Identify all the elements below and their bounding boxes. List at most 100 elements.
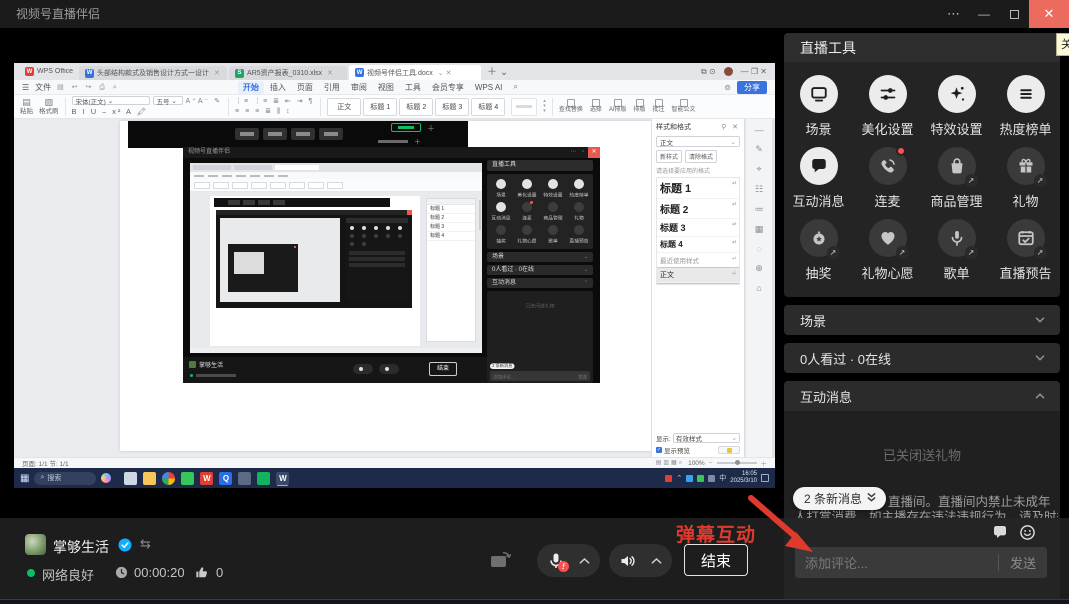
app-icon <box>238 472 251 485</box>
panel-footer-button <box>718 446 740 454</box>
mic-chevron-up-icon[interactable] <box>579 552 590 570</box>
wps-scrollbar <box>772 119 775 457</box>
tray-icon <box>665 475 672 482</box>
tool-item[interactable]: 连麦 <box>853 147 922 210</box>
account-avatar <box>25 534 46 555</box>
sheet-icon: S <box>235 69 244 78</box>
tool-item[interactable]: ↗ 抽奖 <box>784 219 853 282</box>
wps-share-button: 分享 <box>737 81 767 94</box>
tool-item[interactable]: ↗ 歌单 <box>922 219 991 282</box>
taskview-icon <box>124 472 137 485</box>
section-viewers[interactable]: 0人看过 · 0在线 <box>784 343 1060 373</box>
screen-share-preview[interactable]: WWPS Office W头部结构款式及销售设计方式一设计✕ SAR5资产报表_… <box>14 63 775 488</box>
external-link-icon: ↗ <box>1034 246 1047 259</box>
nested-tool-item: 商品管理 <box>540 202 566 222</box>
zoom-level: 100% <box>688 460 705 467</box>
nested-style-row: 标题 2 <box>427 214 475 223</box>
nested-close-button: ✕ <box>588 147 600 158</box>
nested-tool-item: 美化设置 <box>514 179 540 199</box>
tray-icon <box>708 475 715 482</box>
speaker-button[interactable] <box>609 544 672 577</box>
style-gallery-item: 正文 <box>327 98 361 116</box>
minimize-button[interactable]: — <box>969 0 999 28</box>
wps-statusbar: 页面: 1/1 节: 1/1 ▤▥▦⌕ 100% −＋ <box>14 457 775 468</box>
ime-indicator: 中 <box>719 473 726 483</box>
speaker-chevron-up-icon[interactable] <box>651 552 662 570</box>
taskbar-app-icons: W Q W <box>124 472 289 485</box>
emoji-icon[interactable] <box>1019 524 1036 541</box>
external-link-icon: ↗ <box>965 174 978 187</box>
nested-wps-statusbar <box>190 348 482 353</box>
ribbon-tool-icon <box>680 99 688 107</box>
paragraph-controls: ⋮≡ ⋮≡ ≣ ⇤ ⇥ ¶ ≡ ≡ ≡ ≣ ⫼ ↕ <box>235 97 314 116</box>
ribbon-tool-icon <box>636 99 644 107</box>
tool-icon <box>878 156 898 176</box>
styles-panel-icons: ⚲ ✕ <box>721 123 740 131</box>
maximize-button[interactable] <box>999 0 1029 28</box>
tool-item[interactable]: ↗ 礼物心愿 <box>853 219 922 282</box>
word-active-icon: W <box>276 472 289 485</box>
wps-ribbon-tab: 会员专享 <box>427 81 469 94</box>
section-scene[interactable]: 场景 <box>784 305 1060 335</box>
tab-close-icon: ⌄ ✕ <box>438 69 452 77</box>
tool-item[interactable]: 互动消息 <box>784 147 853 210</box>
tray-icon <box>697 475 704 482</box>
tray-clock: 16:052025/3/10 <box>730 471 757 485</box>
preview-checkbox: ✓ <box>656 447 662 453</box>
nested-end-button: 结束 <box>429 362 457 376</box>
nested-section-viewers: 0人看过 · 0在线⌄ <box>487 265 593 275</box>
nested-notification-dot <box>530 201 533 204</box>
camera-flip-icon[interactable] <box>489 549 513 569</box>
tool-item[interactable]: ↗ 直播预告 <box>991 219 1060 282</box>
gift-disabled-text: 已关闭送礼物 <box>784 445 1060 464</box>
tool-item[interactable]: 热度榜单 <box>991 75 1060 138</box>
chat-bubble-icon[interactable] <box>992 524 1008 540</box>
doc-icon: W <box>85 69 94 78</box>
tool-icon <box>1016 156 1036 176</box>
likes-icon <box>194 565 209 580</box>
tool-item[interactable]: 美化设置 <box>853 75 922 138</box>
tool-item[interactable]: 场景 <box>784 75 853 138</box>
nested-wps-screenshot: 标题 1标题 2标题 3标题 4 <box>190 163 482 353</box>
more-menu-button[interactable]: ⋯ <box>939 0 969 28</box>
comment-input[interactable]: 添加评论... 发送 <box>795 547 1047 578</box>
duration-clock-icon <box>115 566 128 579</box>
nested-tool-label: 礼物心愿 <box>517 237 536 244</box>
tool-item[interactable]: ↗ 商品管理 <box>922 147 991 210</box>
chrome-icon <box>162 472 175 485</box>
switch-account-icon[interactable]: ⇆ <box>140 536 151 552</box>
double-chevron-down-icon <box>866 491 877 507</box>
nested-wps-ribbon <box>190 179 482 192</box>
nested-tool-item: 热度榜单 <box>566 179 592 199</box>
nested-section-messages: 互动消息⌃ <box>487 278 593 288</box>
ribbon-tool-icon <box>567 99 575 107</box>
tool-item[interactable]: 特效设置 <box>922 75 991 138</box>
wps-logo-icon: W <box>25 67 34 76</box>
doc-icon: W <box>355 68 364 77</box>
nested-wps-tabs <box>190 163 482 172</box>
ribbon-tool: 选择 <box>590 99 602 114</box>
external-link-icon: ↗ <box>896 246 909 259</box>
verified-badge-icon <box>118 538 132 552</box>
network-status-dot <box>27 569 35 577</box>
tools-panel-header: 直播工具 <box>784 33 1060 62</box>
font-style-icons: B I U ⎯ x² A 🖍 <box>72 107 223 117</box>
style-list-row: 标题 3 <box>657 219 739 237</box>
wps-ribbon-tab: 页面 <box>292 81 318 94</box>
send-button[interactable]: 发送 <box>999 553 1047 572</box>
wps-doc-tab: W头部结构款式及销售设计方式一设计✕ <box>79 66 227 80</box>
nested-tool-item: 特效设置 <box>540 179 566 199</box>
tool-icon <box>1016 228 1036 248</box>
tool-icon <box>947 228 967 248</box>
nested-tool-item: 连麦 <box>514 202 540 222</box>
nested-tools-grid: 场景 美化设置 特效设置 <box>487 174 593 249</box>
ribbon-tool: 智能公文 <box>672 99 696 114</box>
microphone-button[interactable] <box>537 544 600 577</box>
close-button[interactable]: ✕ <box>1029 0 1069 28</box>
tool-label: 歌单 <box>943 263 969 282</box>
section-messages[interactable]: 互动消息 <box>784 381 1060 411</box>
wps-ribbon-tabs: 开始插入页面引用审阅视图工具会员专享WPS AI <box>238 81 508 94</box>
bell-icon: ⊚ <box>724 83 731 92</box>
wps-ribbon-tab: WPS AI <box>470 82 508 93</box>
tool-item[interactable]: ↗ 礼物 <box>991 147 1060 210</box>
